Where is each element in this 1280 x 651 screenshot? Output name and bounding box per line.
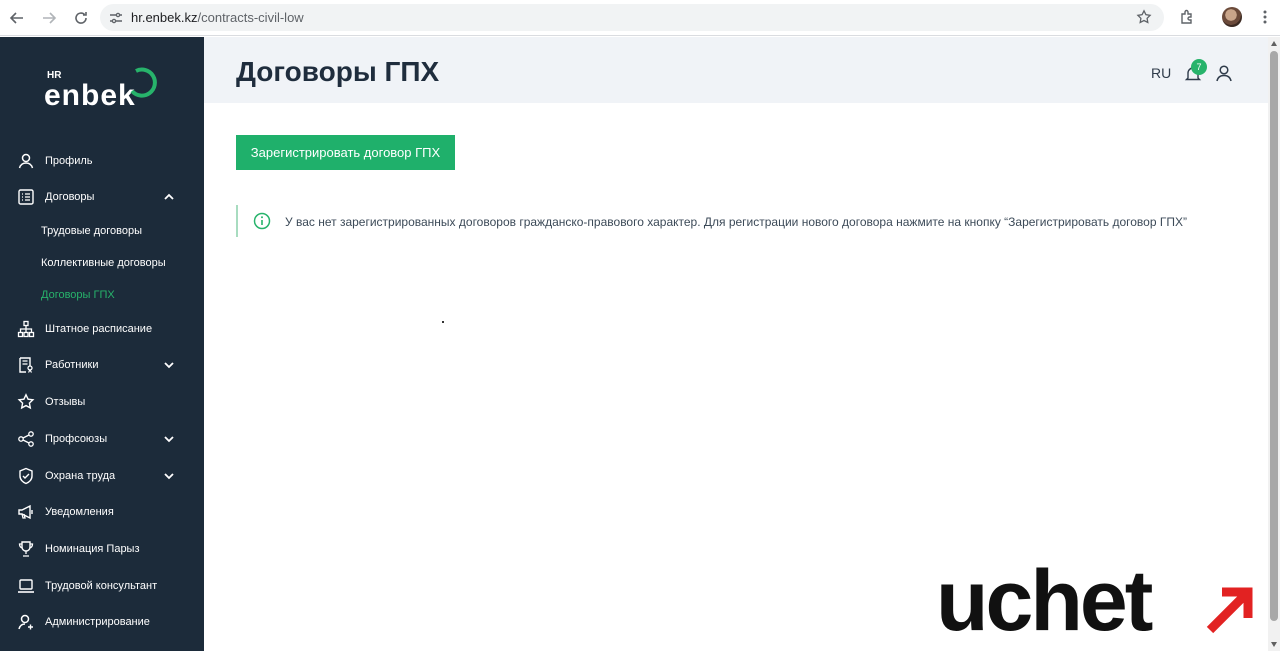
list-icon	[18, 189, 34, 205]
arrow-right-icon	[43, 11, 57, 24]
logo-arc-icon	[130, 67, 157, 98]
laptop-icon	[18, 579, 34, 593]
logo-word-text: enbek	[44, 79, 136, 112]
account-icon[interactable]	[1215, 64, 1233, 82]
sidebar-item-consultant[interactable]: Трудовой консультант	[0, 571, 204, 601]
uchet-watermark: uchet	[936, 553, 1266, 649]
info-icon	[253, 212, 271, 230]
profile-avatar[interactable]	[1222, 7, 1242, 27]
share-icon	[18, 431, 34, 447]
sidebar-item-staffing[interactable]: Штатное расписание	[0, 314, 204, 344]
megaphone-icon	[18, 504, 33, 520]
star-icon	[17, 393, 35, 410]
empty-state-notice: У вас нет зарегистрированных договоров г…	[236, 205, 1246, 237]
site-settings-icon[interactable]	[108, 10, 124, 26]
sidebar-item-label: Охрана труда	[45, 470, 116, 482]
scroll-up-arrow[interactable]	[1271, 41, 1277, 46]
sidebar-item-workers[interactable]: Работники	[0, 350, 204, 380]
back-button[interactable]	[2, 3, 32, 33]
scroll-down-arrow[interactable]	[1271, 642, 1277, 647]
reload-icon	[75, 11, 87, 24]
sidebar-subitem-gph-contracts[interactable]: Договоры ГПХ	[41, 289, 115, 301]
url-text: hr.enbek.kz/contracts-civil-low	[131, 10, 304, 25]
sidebar-item-notifications[interactable]: Уведомления	[0, 497, 204, 527]
language-switch[interactable]: RU	[1151, 65, 1171, 81]
shield-icon	[19, 467, 33, 485]
scroll-thumb[interactable]	[1270, 51, 1278, 621]
more-vertical-icon[interactable]	[1256, 8, 1274, 26]
watermark-text: uchet	[936, 553, 1153, 649]
chevron-down-icon[interactable]	[162, 432, 176, 446]
hierarchy-icon	[17, 320, 35, 338]
sidebar: HR enbek Профиль Договоры Трудовые догов…	[0, 37, 204, 651]
sidebar-item-label: Уведомления	[45, 506, 114, 518]
sidebar-subitem-labor-contracts[interactable]: Трудовые договоры	[41, 225, 142, 237]
register-gph-contract-button[interactable]: Зарегистрировать договор ГПХ	[236, 135, 455, 170]
worker-doc-icon	[19, 357, 33, 373]
sidebar-item-contracts[interactable]: Договоры	[0, 182, 204, 212]
address-bar[interactable]: hr.enbek.kz/contracts-civil-low	[100, 4, 1164, 31]
sidebar-item-unions[interactable]: Профсоюзы	[0, 424, 204, 454]
page-header: Договоры ГПХ RU 7	[204, 37, 1268, 103]
sidebar-item-reviews[interactable]: Отзывы	[0, 387, 204, 417]
sidebar-item-label: Администрирование	[45, 616, 150, 628]
stray-dot	[442, 321, 444, 323]
user-icon	[18, 153, 34, 169]
watermark-arrow-icon	[1206, 587, 1253, 634]
sidebar-item-label: Профсоюзы	[45, 433, 108, 445]
sidebar-item-label: Номинация Парыз	[45, 543, 140, 555]
sidebar-item-label: Договоры	[45, 191, 95, 203]
sidebar-item-paryz[interactable]: Номинация Парыз	[0, 534, 204, 564]
page-scrollbar[interactable]	[1268, 37, 1280, 651]
enbek-logo[interactable]: HR enbek	[44, 65, 164, 113]
sidebar-item-profile[interactable]: Профиль	[0, 146, 204, 176]
forward-button[interactable]	[34, 3, 64, 33]
sidebar-subitem-collective-contracts[interactable]: Коллективные договоры	[41, 257, 166, 269]
chevron-down-icon[interactable]	[162, 469, 176, 483]
reload-button[interactable]	[66, 3, 96, 33]
sidebar-item-label: Трудовой консультант	[45, 580, 158, 592]
sidebar-item-label: Штатное расписание	[45, 323, 153, 335]
admin-icon	[18, 614, 33, 630]
bookmark-star-icon[interactable]	[1136, 9, 1152, 25]
trophy-icon	[18, 541, 34, 557]
sidebar-item-label: Работники	[45, 359, 99, 371]
sidebar-item-safety[interactable]: Охрана труда	[0, 461, 204, 491]
chevron-up-icon[interactable]	[162, 190, 176, 204]
sidebar-item-label: Отзывы	[45, 396, 86, 408]
sidebar-item-admin[interactable]: Администрирование	[0, 607, 204, 637]
sidebar-item-label: Профиль	[45, 155, 93, 167]
notifications-badge: 7	[1191, 59, 1207, 75]
extensions-icon[interactable]	[1178, 8, 1196, 26]
browser-toolbar: hr.enbek.kz/contracts-civil-low	[0, 0, 1280, 36]
arrow-left-icon	[9, 11, 23, 24]
notice-text: У вас нет зарегистрированных договоров г…	[285, 215, 1187, 229]
page-title: Договоры ГПХ	[236, 56, 440, 87]
chevron-down-icon[interactable]	[162, 358, 176, 372]
